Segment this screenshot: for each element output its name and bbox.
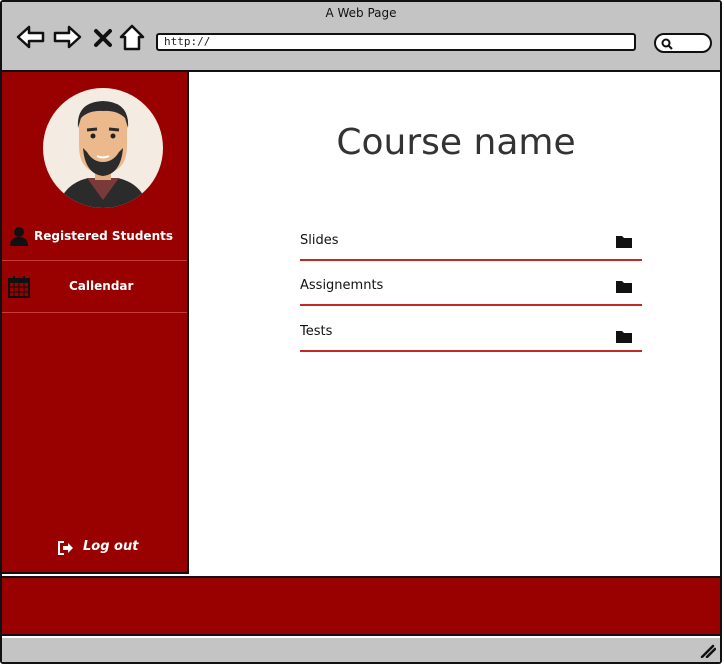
row-underline <box>300 304 642 306</box>
calendar-icon <box>8 276 30 298</box>
logout-label: Log out <box>83 539 139 554</box>
folder-icon[interactable] <box>616 280 632 293</box>
back-icon[interactable] <box>16 24 46 50</box>
page-title: Course name <box>336 122 576 163</box>
sidebar-item-label: Callendar <box>69 279 134 293</box>
avatar[interactable] <box>43 88 163 208</box>
footer <box>2 576 720 636</box>
sidebar-item-registered-students[interactable]: Registered Students <box>2 214 187 262</box>
course-row-slides[interactable]: Slides <box>300 233 642 261</box>
row-underline <box>300 350 642 352</box>
avatar-illustration <box>58 101 148 208</box>
sidebar: Registered Students Callendar Log out <box>2 72 189 574</box>
browser-search-field[interactable] <box>654 33 712 53</box>
course-row-assignments[interactable]: Assignemnts <box>300 278 642 306</box>
url-input[interactable]: http:// <box>156 33 636 51</box>
user-icon <box>10 227 28 246</box>
course-row-tests[interactable]: Tests <box>300 324 642 352</box>
home-icon[interactable] <box>119 24 145 52</box>
status-bar <box>2 638 720 662</box>
course-row-label: Tests <box>300 324 333 339</box>
forward-icon[interactable] <box>52 24 82 50</box>
browser-toolbar: A Web Page http:// <box>2 2 720 72</box>
window-title: A Web Page <box>325 6 397 20</box>
folder-icon[interactable] <box>616 330 632 343</box>
search-icon <box>661 38 673 50</box>
logout-icon <box>58 541 73 555</box>
resize-handle-icon[interactable] <box>700 644 716 658</box>
stop-icon[interactable] <box>92 27 114 49</box>
row-underline <box>300 259 642 261</box>
course-row-label: Assignemnts <box>300 278 384 293</box>
folder-icon[interactable] <box>616 235 632 248</box>
sidebar-divider <box>2 312 187 313</box>
sidebar-item-label: Registered Students <box>34 229 173 243</box>
sidebar-divider <box>2 260 187 261</box>
sidebar-item-calendar[interactable]: Callendar <box>2 264 187 312</box>
course-row-label: Slides <box>300 233 339 248</box>
